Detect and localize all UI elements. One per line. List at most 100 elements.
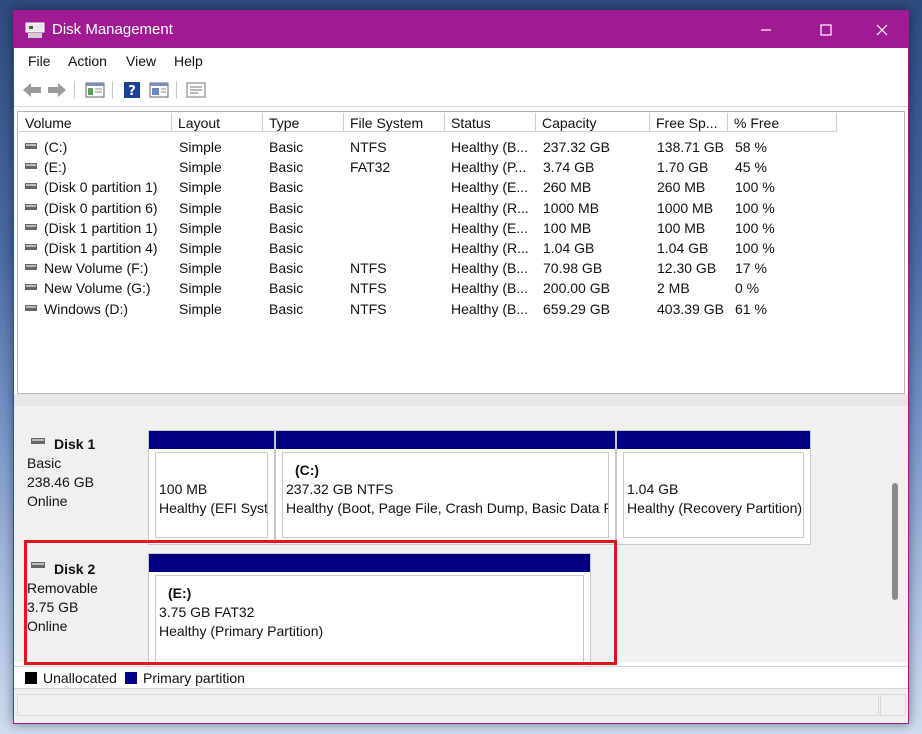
partition-color-bar [149,431,274,449]
close-button[interactable] [855,11,908,48]
volume-capacity: 1000 MB [543,199,600,216]
volume-capacity: 1.04 GB [543,240,595,256]
list-view-icon[interactable] [185,80,207,100]
volume-drive-icon [25,183,37,190]
svg-text:?: ? [128,84,136,99]
column-header-type[interactable]: Type [263,113,344,132]
help-icon[interactable]: ? [121,80,143,100]
volume-status: Healthy (B... [451,260,529,277]
status-bar-pane [17,694,879,716]
table-row[interactable]: (Disk 0 partition 6) Simple Basic Healthy (… [18,198,838,218]
volume-capacity: 100 MB [543,219,592,236]
window-title: Disk Management [52,21,173,38]
maximize-button[interactable] [799,11,853,48]
volume-free-space: 1.04 GB [657,240,709,256]
volume-file-system: NTFS [350,139,387,155]
partition-body: 1.04 GB Healthy (Recovery Partition) [623,452,804,538]
properties-icon[interactable] [148,80,170,100]
volume-drive-icon [25,203,37,210]
volume-name: (Disk 1 partition 1) [44,219,158,236]
volume-free-space: 138.71 GB [657,139,724,155]
volume-percent-free: 45 % [735,159,767,176]
partition-body: (C:) 237.32 GB NTFS Healthy (Boot, Page … [282,452,609,538]
volume-type: Basic [269,199,304,216]
status-bar-pane [880,694,906,716]
partition-status: Healthy (Recovery Partition) [627,500,803,516]
partition-size: 100 MB [159,481,208,497]
table-row[interactable]: Windows (D:) Simple Basic NTFS Healthy (B...… [18,299,838,319]
table-row[interactable]: New Volume (G:) Simple Basic NTFS Healthy (B… [18,278,838,298]
table-row[interactable]: New Volume (F:) Simple Basic NTFS Healthy (B… [18,258,838,278]
partition-label: (C:) [295,462,320,478]
legend-swatch-primary [125,672,137,684]
column-header-status[interactable]: Status [445,113,536,132]
console-tree-icon[interactable] [84,80,106,100]
volume-layout: Simple [179,219,222,236]
title-bar[interactable]: Disk Management [14,11,908,48]
volume-layout: Simple [179,280,222,297]
highlight-box [24,540,617,665]
volume-list[interactable]: Volume Layout Type File System Status Ca… [17,111,905,394]
volume-status: Healthy (B... [451,280,529,297]
disk-management-window: Disk Management File Action View Help ? [13,10,909,724]
column-header-layout[interactable]: Layout [172,113,263,132]
volume-type: Basic [269,219,304,236]
volume-free-space: 1000 MB [657,199,714,216]
toolbar-separator [176,81,177,99]
volume-type: Basic [269,280,304,297]
disk-size: 238.46 GB [27,474,94,490]
volume-layout: Simple [179,159,222,176]
menu-file[interactable]: File [28,53,51,69]
pane-splitter[interactable] [14,394,908,406]
column-header-file-system[interactable]: File System [344,113,445,132]
volume-name: New Volume (G:) [44,280,151,297]
volume-percent-free: 100 % [735,240,775,256]
partition-status: Healthy (Boot, Page File, Crash Dump, Ba… [286,500,608,516]
column-header-percent-free[interactable]: % Free [728,113,837,132]
volume-status: Healthy (E... [451,179,529,196]
menu-view[interactable]: View [126,53,156,69]
minimize-button[interactable] [739,11,793,48]
menu-action[interactable]: Action [68,53,107,69]
volume-percent-free: 58 % [735,139,767,155]
volume-free-space: 403.39 GB [657,300,724,317]
disk-1-label[interactable]: Disk 1 Basic 238.46 GB Online [14,431,144,541]
partition-efi[interactable]: 100 MB Healthy (EFI System Partition) [148,430,275,545]
table-row[interactable]: (E:) Simple Basic FAT32 Healthy (P... 3.74 GB… [18,157,838,177]
column-header-free-space[interactable]: Free Sp... [650,113,728,132]
volume-type: Basic [269,139,304,155]
volume-drive-icon [25,284,37,291]
volume-layout: Simple [179,139,222,155]
table-row[interactable]: (Disk 0 partition 1) Simple Basic Healthy (… [18,177,838,197]
table-row[interactable]: (Disk 1 partition 4) Simple Basic Healthy (… [18,238,838,258]
back-arrow-icon[interactable] [21,80,43,100]
toolbar-separator [74,81,75,99]
column-header-volume[interactable]: Volume [19,113,172,132]
volume-layout: Simple [179,199,222,216]
volume-status: Healthy (E... [451,219,529,236]
toolbar: ? [14,75,908,107]
column-header-capacity[interactable]: Capacity [536,113,650,132]
volume-name: (E:) [44,159,67,176]
volume-free-space: 1.70 GB [657,159,709,176]
partition-c[interactable]: (C:) 237.32 GB NTFS Healthy (Boot, Page … [275,430,616,545]
volume-file-system: NTFS [350,260,387,277]
volume-status: Healthy (R... [451,240,529,256]
partition-recovery[interactable]: 1.04 GB Healthy (Recovery Partition) [616,430,811,545]
volume-layout: Simple [179,260,222,277]
scrollbar-thumb[interactable] [892,483,898,600]
partition-status: Healthy (EFI System Partition) [159,500,268,516]
disk-management-app-icon [25,22,45,38]
volume-drive-icon [25,223,37,230]
volume-status: Healthy (B... [451,139,529,155]
volume-layout: Simple [179,179,222,196]
menu-help[interactable]: Help [174,53,203,69]
partition-color-bar [617,431,810,449]
volume-capacity: 70.98 GB [543,260,603,277]
forward-arrow-icon[interactable] [46,80,68,100]
partition-body: 100 MB Healthy (EFI System Partition) [155,452,268,538]
volume-name: (Disk 0 partition 6) [44,199,158,216]
table-row[interactable]: (C:) Simple Basic NTFS Healthy (B... 237.32 G… [18,137,838,157]
table-row[interactable]: (Disk 1 partition 1) Simple Basic Healthy (… [18,218,838,238]
volume-drive-icon [25,143,37,149]
